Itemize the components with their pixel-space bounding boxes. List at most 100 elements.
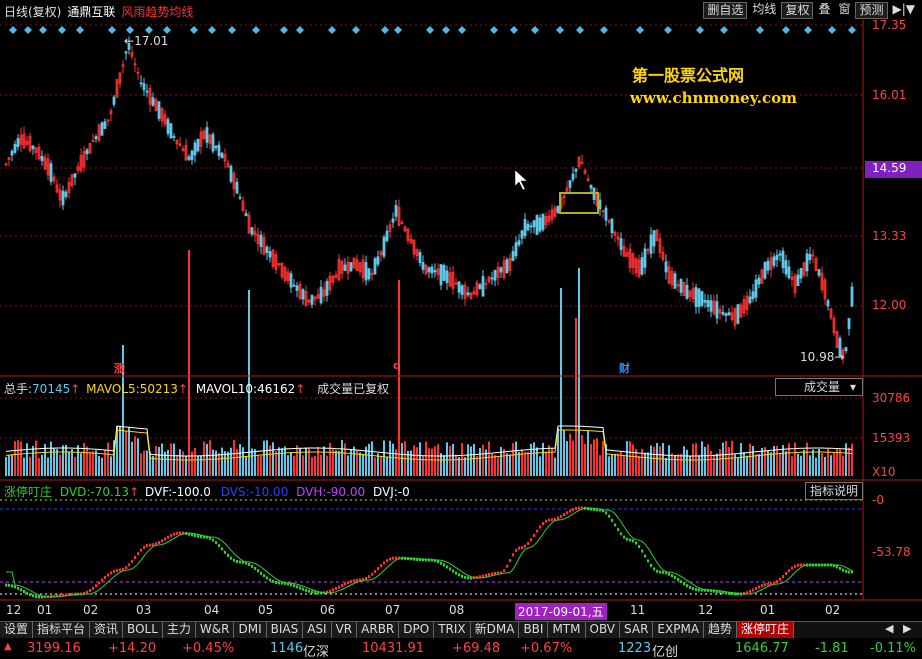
volume-bar xyxy=(98,455,100,476)
candle-body xyxy=(700,291,704,306)
candle-body xyxy=(217,144,221,157)
indicator-dot xyxy=(758,585,761,589)
candle-body xyxy=(736,304,740,324)
volume-bar xyxy=(32,446,34,476)
volume-bar xyxy=(143,450,145,476)
tab-scroll-right-icon[interactable]: ▶ xyxy=(903,622,911,635)
indicator-dot xyxy=(95,584,98,588)
candle-body xyxy=(772,256,776,266)
tab-item[interactable]: 资讯 xyxy=(90,622,124,638)
indicator-dot xyxy=(455,571,458,575)
diamond-marker xyxy=(696,26,704,34)
tab-item[interactable]: 设置 xyxy=(0,622,34,638)
tab-item[interactable]: TRIX xyxy=(434,622,471,638)
indicator-dot xyxy=(755,586,758,590)
event-marker-q[interactable]: q xyxy=(393,359,401,372)
indicator-dot xyxy=(128,563,131,567)
volume-dropdown[interactable]: 成交量 ▾ xyxy=(775,378,863,396)
indicator-dot xyxy=(8,583,11,587)
indicator-dot xyxy=(167,535,170,539)
tab-item[interactable]: EXPMA xyxy=(653,622,705,638)
tab-item[interactable]: ARBR xyxy=(357,622,400,638)
indicator-dot xyxy=(101,578,104,582)
indicator-dot xyxy=(506,564,509,568)
tab-item[interactable]: OBV xyxy=(585,622,621,638)
candle-body xyxy=(310,294,314,305)
tab-item[interactable]: 涨停叮庄 xyxy=(737,622,795,638)
volume-bar xyxy=(497,457,499,476)
indicator-dot xyxy=(644,554,647,558)
tab-item[interactable]: ASI xyxy=(303,622,332,638)
candle-body xyxy=(679,278,683,293)
volume-bar xyxy=(455,454,457,476)
volume-bar xyxy=(560,288,562,476)
indicator-dot xyxy=(467,576,470,580)
volume-bar xyxy=(833,452,835,476)
indicator-dot xyxy=(761,584,764,588)
tab-item[interactable]: BIAS xyxy=(266,622,304,638)
volume-bar xyxy=(14,441,16,476)
tab-item[interactable]: SAR xyxy=(620,622,654,638)
volume-bar xyxy=(347,455,349,476)
tab-item[interactable]: DMI xyxy=(234,622,267,638)
volume-bar xyxy=(830,455,832,476)
indicator-dot xyxy=(680,580,683,584)
volume-bar xyxy=(800,455,802,476)
tab-item[interactable]: DPO xyxy=(399,622,435,638)
tab-scroll-left-icon[interactable]: ◀ xyxy=(885,622,893,635)
candle-body xyxy=(169,123,173,139)
volume-bar xyxy=(674,455,676,476)
indicator-dot xyxy=(176,531,179,535)
tab-item[interactable]: 新DMA xyxy=(470,622,520,638)
volume-bar xyxy=(245,455,247,476)
sz-index[interactable]: 10431.91 xyxy=(362,641,424,656)
indicator-dot xyxy=(635,541,638,545)
volume-bar xyxy=(68,451,70,476)
event-marker-zhang[interactable]: 涨 xyxy=(114,360,125,376)
indicator-dot xyxy=(344,582,347,586)
indicator-dot xyxy=(338,585,341,589)
tab-item[interactable]: MTM xyxy=(548,622,586,638)
indicator-dot xyxy=(452,569,455,573)
tab-item[interactable]: W&R xyxy=(195,622,235,638)
indicator-dot xyxy=(764,583,767,587)
volume-bar xyxy=(677,454,679,476)
volume-bar xyxy=(161,443,163,476)
indicator-dot xyxy=(218,544,221,548)
candle-body xyxy=(460,285,464,295)
candle-body xyxy=(826,300,830,307)
indicator-dot xyxy=(131,559,134,563)
date-tick: 01 xyxy=(37,603,53,617)
indicator-dot xyxy=(569,509,572,513)
indicator-tabs: 设置 指标平台 资讯 BOLL 主力 W&R DMI BIAS ASI VR ARBR DPO TRIX… xyxy=(0,621,922,638)
tab-item[interactable]: VR xyxy=(331,622,358,638)
tab-item[interactable]: 指标平台 xyxy=(33,622,91,638)
volume-bar xyxy=(146,450,148,476)
volume-bar xyxy=(683,446,685,476)
tab-item[interactable]: 趋势 xyxy=(704,622,738,638)
indicator-dot xyxy=(791,566,794,570)
date-tick: 02 xyxy=(83,603,99,617)
indicator-dot xyxy=(797,563,800,567)
candle-body xyxy=(214,145,218,149)
event-marker-cai[interactable]: 财 xyxy=(619,360,630,376)
indicator-help-button[interactable]: 指标说明 xyxy=(805,482,863,500)
indicator-dot xyxy=(560,514,563,518)
volume-bar xyxy=(125,431,127,476)
date-tick: 05 xyxy=(258,603,274,617)
volume-bar xyxy=(380,456,382,476)
indicator-axis-label: -53.78 xyxy=(872,545,911,559)
watermark-url: www.chnmoney.com xyxy=(630,89,797,107)
volume-bar xyxy=(179,449,181,476)
tab-item[interactable]: 主力 xyxy=(162,622,196,638)
tab-item[interactable]: BOLL xyxy=(123,622,163,638)
cy-index[interactable]: 1646.77 xyxy=(735,641,789,656)
volume-bar xyxy=(428,448,430,476)
tab-item[interactable]: BBI xyxy=(519,622,549,638)
candle-body xyxy=(301,289,305,300)
volume-bar xyxy=(47,457,49,476)
indicator-dot xyxy=(116,568,119,572)
sh-index[interactable]: 3199.16 xyxy=(27,641,81,656)
volume-bar xyxy=(254,449,256,476)
indicator-dot xyxy=(527,541,530,545)
